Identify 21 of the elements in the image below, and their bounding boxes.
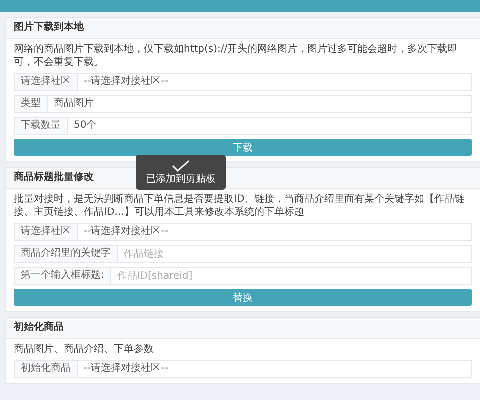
description: 批量对接时，是无法判断商品下单信息是否要提取ID、链接，当商品介绍里面有某个关键字如【作品链接、主页链接、作品ID…】可以用本工具来修改本系统的下单标题 — [14, 193, 466, 219]
field-label: 请选择社区 — [15, 74, 78, 90]
field-value[interactable]: 商品图片 — [48, 96, 100, 112]
field-label: 类型 — [15, 96, 48, 112]
input-group[interactable]: 第一个输入框标题: 作品ID[shareid] — [14, 267, 472, 285]
check-icon — [172, 160, 190, 172]
select-field[interactable]: --请选择对接社区-- — [78, 224, 174, 240]
field-label: 商品介绍里的关键字 — [15, 246, 118, 262]
panel-title: 初始化商品 — [6, 318, 480, 339]
field-label: 第一个输入框标题: — [15, 268, 112, 284]
field-label: 初始化商品 — [15, 361, 78, 377]
field-label: 请选择社区 — [15, 224, 78, 240]
description: 商品图片、商品介绍、下单参数 — [14, 343, 155, 356]
select-field[interactable]: --请选择对接社区-- — [78, 74, 174, 90]
toast-message: 已添加到剪贴板 — [146, 174, 216, 186]
description: 网络的商品图片下载到本地，仅下载如http(s)://开头的网络图片，图片过多可能会超时，多次下载即可，不会重复下载。 — [14, 43, 459, 69]
input-group[interactable]: 商品介绍里的关键字 作品链接 — [14, 245, 472, 263]
field-value[interactable]: 50个 — [68, 118, 103, 134]
select-field[interactable]: --请选择对接社区-- — [78, 361, 174, 377]
field-label: 下载数量 — [15, 118, 68, 134]
panel-title: 图片下载到本地 — [6, 18, 480, 39]
